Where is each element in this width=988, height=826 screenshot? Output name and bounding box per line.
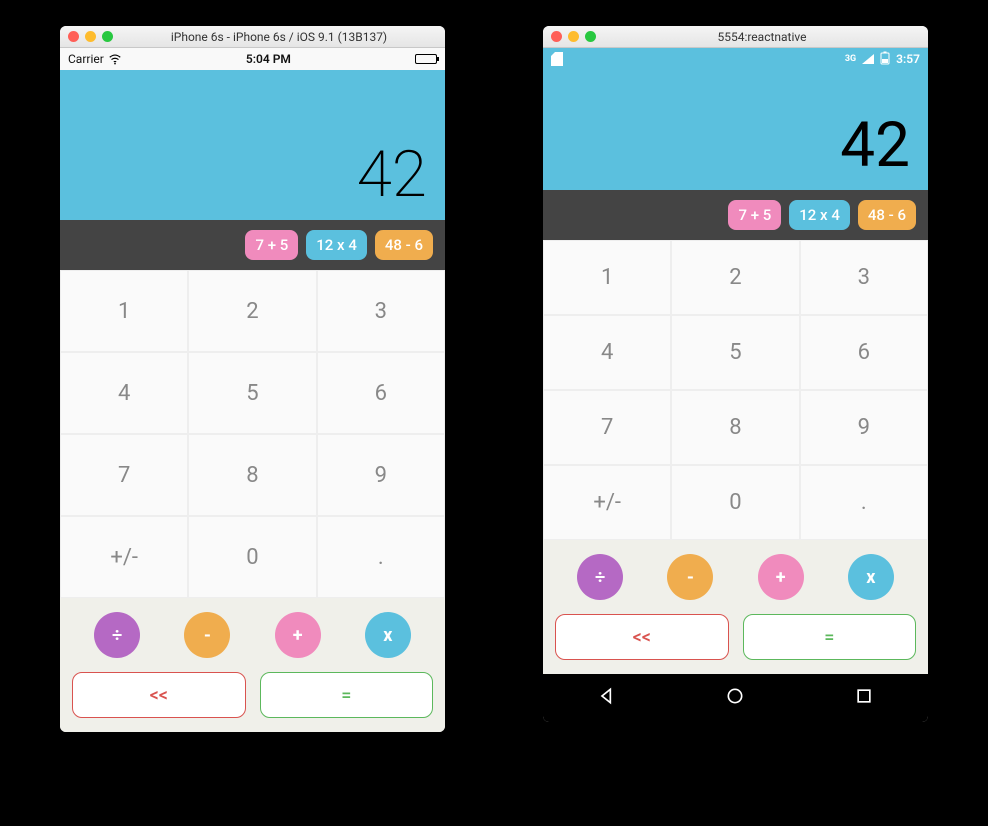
key-2[interactable]: 2 [671,240,799,315]
zoom-icon[interactable] [585,31,596,42]
multiply-button[interactable]: x [365,612,411,658]
key-3[interactable]: 3 [800,240,928,315]
history-chip[interactable]: 7 + 5 [245,230,298,260]
history-chip[interactable]: 7 + 5 [728,200,781,230]
calc-display: 42 [543,70,928,190]
key-dot[interactable]: . [800,465,928,540]
minimize-icon[interactable] [85,31,96,42]
key-dot[interactable]: . [317,516,445,598]
key-4[interactable]: 4 [60,352,188,434]
subtract-button[interactable]: - [667,554,713,600]
ios-window-titlebar[interactable]: iPhone 6s - iPhone 6s / iOS 9.1 (13B137) [60,26,445,48]
key-7[interactable]: 7 [543,390,671,465]
key-sign[interactable]: +/- [543,465,671,540]
key-5[interactable]: 5 [188,352,316,434]
status-time: 5:04 PM [246,52,291,66]
key-3[interactable]: 3 [317,270,445,352]
calc-display: 42 [60,70,445,220]
add-button[interactable]: + [758,554,804,600]
multiply-button[interactable]: x [848,554,894,600]
divide-button[interactable]: ÷ [94,612,140,658]
carrier-label: Carrier [68,52,104,66]
nav-back-icon[interactable] [597,686,617,710]
nav-recent-icon[interactable] [854,686,874,710]
key-5[interactable]: 5 [671,315,799,390]
wifi-icon [108,52,122,66]
signal-icon [862,54,874,64]
add-button[interactable]: + [275,612,321,658]
android-emulator-window: 5554:reactnative 3G 3:57 42 7 + 5 12 x 4… [543,26,928,722]
key-9[interactable]: 9 [317,434,445,516]
key-7[interactable]: 7 [60,434,188,516]
number-pad: 1 2 3 4 5 6 7 8 9 +/- 0 . [60,270,445,598]
android-window-title: 5554:reactnative [604,30,920,44]
key-0[interactable]: 0 [671,465,799,540]
key-8[interactable]: 8 [188,434,316,516]
key-2[interactable]: 2 [188,270,316,352]
key-6[interactable]: 6 [800,315,928,390]
ios-status-bar: Carrier 5:04 PM [60,48,445,70]
key-0[interactable]: 0 [188,516,316,598]
number-pad: 1 2 3 4 5 6 7 8 9 +/- 0 . [543,240,928,540]
android-nav-bar [543,674,928,722]
status-time: 3:57 [896,52,920,66]
key-9[interactable]: 9 [800,390,928,465]
history-bar: 7 + 5 12 x 4 48 - 6 [60,220,445,270]
key-8[interactable]: 8 [671,390,799,465]
battery-icon [880,51,890,68]
key-1[interactable]: 1 [60,270,188,352]
history-chip[interactable]: 48 - 6 [375,230,433,260]
minimize-icon[interactable] [568,31,579,42]
close-icon[interactable] [68,31,79,42]
operator-row: ÷ - + x << = [60,598,445,732]
equals-button[interactable]: = [260,672,434,718]
history-bar: 7 + 5 12 x 4 48 - 6 [543,190,928,240]
history-chip[interactable]: 12 x 4 [306,230,367,260]
key-sign[interactable]: +/- [60,516,188,598]
zoom-icon[interactable] [102,31,113,42]
subtract-button[interactable]: - [184,612,230,658]
history-chip[interactable]: 48 - 6 [858,200,916,230]
battery-icon [415,54,437,64]
android-window-titlebar[interactable]: 5554:reactnative [543,26,928,48]
divide-button[interactable]: ÷ [577,554,623,600]
history-chip[interactable]: 12 x 4 [789,200,850,230]
operator-row: ÷ - + x << = [543,540,928,674]
key-1[interactable]: 1 [543,240,671,315]
sd-card-icon [551,52,563,66]
close-icon[interactable] [551,31,562,42]
key-4[interactable]: 4 [543,315,671,390]
backspace-button[interactable]: << [72,672,246,718]
nav-home-icon[interactable] [725,686,745,710]
backspace-button[interactable]: << [555,614,729,660]
key-6[interactable]: 6 [317,352,445,434]
equals-button[interactable]: = [743,614,917,660]
ios-simulator-window: iPhone 6s - iPhone 6s / iOS 9.1 (13B137)… [60,26,445,732]
network-label: 3G [845,54,856,64]
ios-window-title: iPhone 6s - iPhone 6s / iOS 9.1 (13B137) [121,30,437,44]
android-status-bar: 3G 3:57 [543,48,928,70]
